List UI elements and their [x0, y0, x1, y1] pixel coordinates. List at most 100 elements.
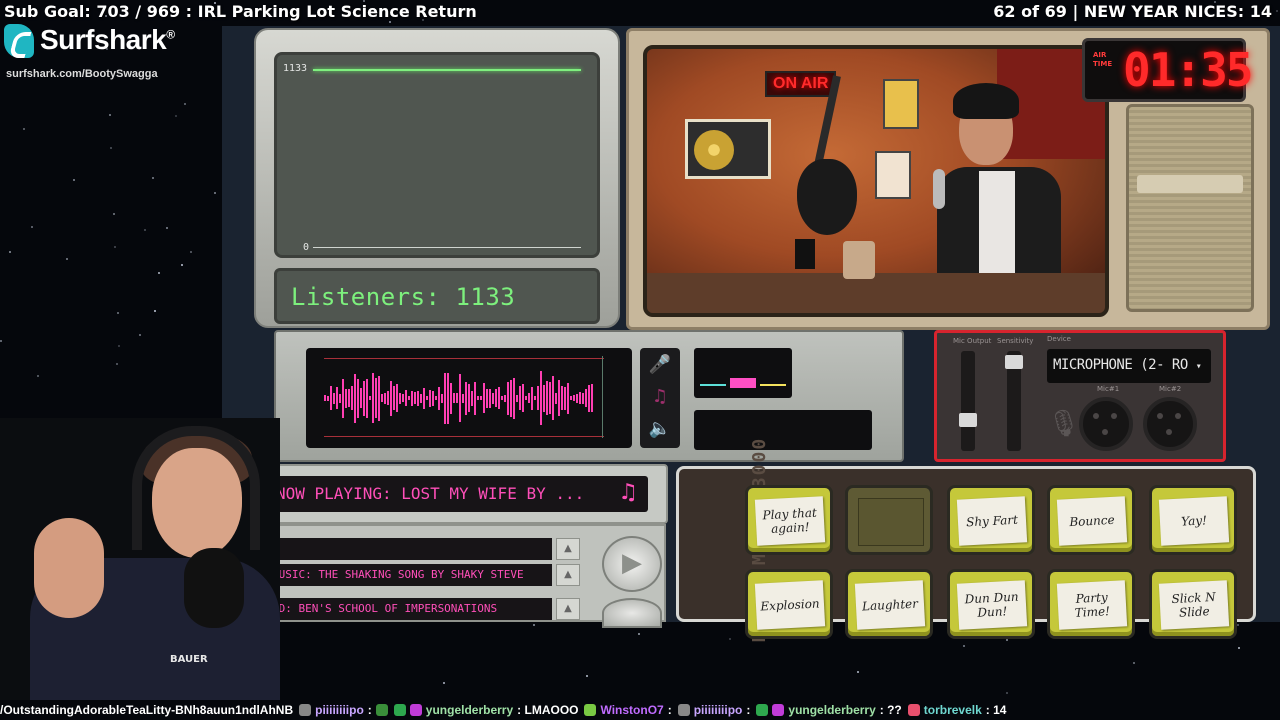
gold-record-disc [694, 130, 734, 170]
waveform-bar [423, 387, 425, 409]
play-button[interactable]: ▶ [602, 536, 662, 592]
device-dropdown[interactable]: MICROPHONE (2- RO ▾ [1047, 349, 1211, 383]
scroll-up-icon[interactable]: ▲ [556, 598, 580, 620]
waveform-bar [513, 377, 515, 419]
eq-bar [700, 384, 726, 386]
sound-button-party-time[interactable]: Party Time! [1047, 569, 1135, 639]
mic1-label: Mic#1 [1097, 385, 1120, 393]
sound-button-bounce[interactable]: Bounce [1047, 485, 1135, 555]
playlist-row[interactable] [266, 538, 552, 560]
mic-output-slider[interactable] [959, 351, 977, 451]
star [108, 113, 111, 116]
badge-icon [677, 704, 690, 716]
waveform-bar [585, 389, 587, 407]
waveform-bar [573, 395, 575, 401]
waveform-bar [336, 387, 338, 409]
mic-settings-panel: Mic Output Sensitivity Device MICROPHONE… [934, 330, 1226, 462]
poster [883, 79, 919, 129]
waveform-bar [519, 386, 521, 410]
waveform-bar [339, 393, 341, 403]
sponsor-banner: Surfshark® surfshark.com/BootySwagga [4, 22, 204, 82]
star [533, 624, 536, 627]
stop-button[interactable] [602, 598, 662, 628]
eq-bar [730, 378, 756, 388]
music-note-icon[interactable]: ♫ [648, 386, 672, 410]
sensitivity-slider[interactable] [1005, 351, 1023, 451]
slider-handle[interactable] [1005, 355, 1023, 369]
star [30, 225, 33, 228]
slider-handle[interactable] [959, 413, 977, 427]
waveform-bar [576, 393, 578, 403]
waveform-bar [372, 373, 374, 423]
air-time-label: AIR TIME [1093, 51, 1112, 69]
waveform-bar [366, 378, 368, 418]
waveform-bar [345, 388, 347, 408]
sound-button-slick-n-slide[interactable]: Slick N Slide [1149, 569, 1237, 639]
waveform-bar [570, 396, 572, 400]
now-playing-display: NOW PLAYING: LOST MY WIFE BY ... ♫ [264, 476, 648, 512]
waveform-bar [342, 378, 344, 418]
waveform-bar [558, 380, 560, 416]
waveform-bar [504, 394, 506, 402]
host-shirt [979, 171, 1015, 281]
waveform-bar [453, 393, 455, 403]
waveform-bar [402, 394, 404, 402]
streamer-webcam: BAUER [0, 418, 280, 700]
badge-icon [907, 704, 920, 716]
waveform-bar [387, 391, 389, 405]
playlist-row[interactable]: MUSIC: THE SHAKING SONG BY SHAKY STEVE [266, 564, 552, 586]
star [110, 146, 113, 149]
xlr-input-1[interactable] [1079, 397, 1133, 451]
sub-goal-text: Sub Goal: 703 / 969 : IRL Parking Lot Sc… [4, 2, 477, 21]
sound-button-play-again[interactable]: Play that again! [745, 485, 833, 555]
waveform-bar [405, 390, 407, 406]
chat-username: piiiiiiiipo [693, 703, 743, 717]
sound-button-label: Party Time! [1056, 580, 1128, 630]
waveform-bar [465, 381, 467, 415]
chat-message: yungelderberry : ?? [756, 703, 902, 717]
playlist-panel: ▲ MUSIC: THE SHAKING SONG BY SHAKY STEVE… [248, 524, 666, 628]
waveform-bar [348, 389, 350, 407]
chat-message: yungelderberry : LMAOOO [393, 703, 578, 717]
star [856, 670, 859, 673]
scroll-up-icon[interactable]: ▲ [556, 564, 580, 586]
sound-button-shy-fart[interactable]: Shy Fart [947, 485, 1035, 555]
star [23, 127, 26, 130]
waveform-bar [351, 386, 353, 410]
waveform-bar [549, 382, 551, 414]
waveform-bar [441, 393, 443, 403]
star [174, 114, 177, 117]
xlr-pin [1102, 429, 1108, 435]
waveform-bar [492, 392, 494, 404]
sound-button-label: Play that again! [754, 496, 826, 546]
star [183, 102, 186, 105]
chevron-down-icon: ▾ [1195, 361, 1202, 372]
star [139, 333, 142, 336]
xlr-input-2[interactable] [1143, 397, 1197, 451]
waveform-bar [381, 394, 383, 402]
microphone-icon[interactable]: 🎤 [648, 354, 672, 378]
star [213, 192, 216, 195]
waveform-bar [462, 393, 464, 403]
sound-button-dun-dun-dun[interactable]: Dun Dun Dun! [947, 569, 1035, 639]
star [66, 257, 69, 260]
waveform-limit-line [324, 358, 604, 359]
sound-button-yay[interactable]: Yay! [1149, 485, 1237, 555]
playlist-row[interactable]: AD: BEN'S SCHOOL OF IMPERSONATIONS [266, 598, 552, 620]
chat-message: piiiiiiiipo : [299, 703, 388, 717]
waveform-bar [426, 396, 428, 400]
badge-icon [393, 704, 406, 716]
waveform-bar [369, 396, 371, 400]
sound-button-explosion[interactable]: Explosion [745, 569, 833, 639]
gold-record-frame [685, 119, 771, 179]
scroll-up-icon[interactable]: ▲ [556, 538, 580, 560]
sound-button-broken[interactable] [845, 485, 933, 555]
star [728, 637, 731, 640]
waveform-bar [456, 393, 458, 403]
cracked-glass-icon [858, 498, 924, 546]
sound-button-laughter[interactable]: Laughter [845, 569, 933, 639]
chat-message: piiiiiiiipo : [677, 703, 750, 717]
waveform-bar [474, 381, 476, 415]
speaker-icon[interactable]: 🔈 [648, 418, 672, 442]
star [72, 179, 75, 182]
